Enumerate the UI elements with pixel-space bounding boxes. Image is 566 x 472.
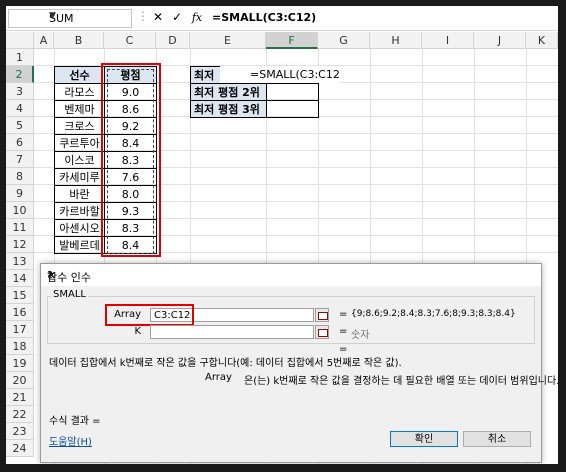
row-header[interactable]: 21 (6, 389, 34, 406)
player-cell[interactable]: 발베르데 (54, 236, 105, 254)
row-header[interactable]: 24 (6, 440, 34, 457)
k-result: 숫자 (351, 330, 370, 341)
row-header[interactable]: 1 (6, 49, 34, 66)
row-header[interactable]: 17 (6, 321, 34, 338)
formula-text: =SMALL(C3:C12) (212, 11, 317, 24)
excel-window: SUM ▼ ⋮ ✕ ✓ fx =SMALL(C3:C12) A B C D E … (6, 6, 558, 464)
player-cell[interactable]: 벤제마 (54, 100, 105, 118)
enter-icon[interactable]: ✓ (169, 9, 185, 26)
highlight-box (105, 304, 194, 326)
cancel-button[interactable]: 취소 (463, 431, 531, 447)
row-header[interactable]: 7 (6, 151, 34, 168)
player-cell[interactable]: 라모스 (54, 83, 105, 101)
name-box[interactable]: SUM ▼ (8, 9, 132, 28)
player-cell[interactable]: 쿠르투아 (54, 134, 105, 152)
row-header[interactable]: 19 (6, 355, 34, 372)
column-header-k[interactable]: K (526, 32, 558, 49)
collapse-dialog-icon[interactable] (315, 308, 329, 322)
player-cell[interactable]: 크로스 (54, 117, 105, 135)
row-header[interactable]: 22 (6, 406, 34, 423)
cancel-icon[interactable]: ✕ (150, 9, 166, 26)
formula-input[interactable]: =SMALL(C3:C12) (212, 9, 558, 26)
row-header[interactable]: 14 (6, 270, 34, 287)
row-header[interactable]: 12 (6, 236, 34, 253)
row-header[interactable]: 3 (6, 83, 34, 100)
row-header[interactable]: 5 (6, 117, 34, 134)
side-label-lowest-3rd[interactable]: 최저 평점 3위 (190, 100, 267, 118)
player-cell[interactable]: 바란 (54, 185, 105, 203)
column-header-c[interactable]: C (104, 32, 156, 49)
formula-bar: SUM ▼ ⋮ ✕ ✓ fx =SMALL(C3:C12) (6, 6, 558, 31)
function-name: SMALL (51, 289, 88, 300)
player-cell[interactable]: 카르바할 (54, 202, 105, 220)
chevron-down-icon[interactable]: ▼ (49, 11, 128, 21)
highlight-box (101, 63, 161, 257)
column-header-j[interactable]: J (474, 32, 526, 49)
close-icon[interactable]: ✕ (47, 269, 531, 282)
row-header[interactable]: 23 (6, 423, 34, 440)
side-value-cell[interactable] (266, 83, 319, 101)
row-header[interactable]: 11 (6, 219, 34, 236)
array-equals: = (339, 309, 348, 320)
row-header[interactable]: 8 (6, 168, 34, 185)
insert-function-icon[interactable]: fx (189, 9, 205, 26)
ok-button[interactable]: 확인 (390, 431, 458, 447)
column-header-i[interactable]: I (422, 32, 474, 49)
row-header[interactable]: 2 (6, 66, 34, 83)
row-header[interactable]: 4 (6, 100, 34, 117)
row-header[interactable]: 20 (6, 372, 34, 389)
column-header-g[interactable]: G (318, 32, 370, 49)
player-cell[interactable]: 카세미루 (54, 168, 105, 186)
arg-description: 은(는) k번째로 작은 값을 결정하는 데 필요한 배열 또는 데이터 범위입… (244, 376, 558, 387)
column-header-h[interactable]: H (370, 32, 422, 49)
player-cell[interactable]: 이스코 (54, 151, 105, 169)
function-description: 데이터 집합에서 k번째로 작은 값을 구합니다(예: 데이터 집합에서 5번째… (49, 358, 402, 369)
dialog-titlebar[interactable]: 함수 인수 ? ✕ (41, 264, 541, 286)
select-all-corner[interactable] (6, 32, 34, 49)
k-label: K (134, 326, 141, 337)
cell-edit-text: =SMALL(C3:C12) (220, 66, 340, 83)
array-result: {9;8.6;9.2;8.4;8.3;7.6;8;9.3;8.3;8.4} (351, 309, 516, 319)
column-header-e[interactable]: E (190, 32, 266, 49)
player-cell[interactable]: 아센시오 (54, 219, 105, 237)
k-input[interactable] (150, 325, 314, 339)
function-arguments-dialog: 함수 인수 ? ✕ SMALL Array C3:C12 = {9;8.6;9.… (40, 263, 558, 463)
row-header[interactable]: 15 (6, 287, 34, 304)
formula-result-label: 수식 결과 = (49, 416, 101, 427)
side-label-lowest-2nd[interactable]: 최저 평점 2위 (190, 83, 267, 101)
row-header[interactable]: 16 (6, 304, 34, 321)
row-header[interactable]: 6 (6, 134, 34, 151)
arg-desc-name: Array (205, 372, 232, 383)
column-header-d[interactable]: D (156, 32, 190, 49)
row-header[interactable]: 13 (6, 253, 34, 270)
collapse-dialog-icon[interactable] (315, 325, 329, 339)
side-value-cell[interactable] (266, 100, 319, 118)
k-equals: = (339, 326, 348, 337)
formula-bar-splitter[interactable]: ⋮ (137, 9, 149, 26)
column-header-f[interactable]: F (266, 32, 318, 49)
column-header-a[interactable]: A (34, 32, 54, 49)
row-header[interactable]: 10 (6, 202, 34, 219)
table-header-player[interactable]: 선수 (54, 66, 105, 84)
row-header[interactable]: 18 (6, 338, 34, 355)
row-header[interactable]: 9 (6, 185, 34, 202)
help-link[interactable]: 도움말(H) (49, 433, 92, 448)
column-header-b[interactable]: B (54, 32, 104, 49)
